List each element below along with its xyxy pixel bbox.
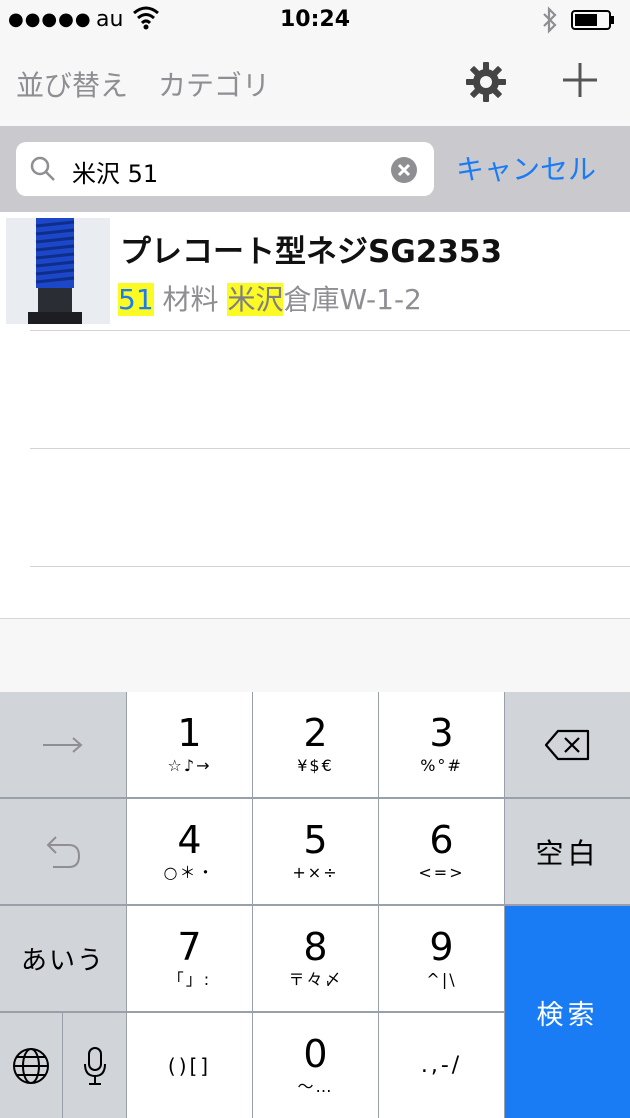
keyboard: 1 ☆♪→ 2 ¥$€ 3 %°# 4 ○＊・ 5 +×÷ 6 <=> 空白 あ… — [0, 692, 630, 1118]
microphone-icon — [83, 1046, 106, 1085]
key-3-sub: %°# — [420, 755, 463, 775]
results-list: プレコート型ネジSG2353 51 材料 米沢倉庫W-1-2 — [0, 212, 630, 618]
status-time: 10:24 — [279, 7, 351, 32]
key-6-label: 6 — [429, 817, 454, 862]
space-key-label: 空白 — [535, 836, 600, 870]
bluetooth-icon — [543, 6, 557, 34]
search-bar: 米沢 51 キャンセル — [0, 126, 630, 212]
delete-key[interactable] — [505, 692, 630, 797]
clear-icon[interactable] — [390, 156, 418, 184]
key-1-sub: ☆♪→ — [167, 755, 212, 775]
key-2-label: 2 — [303, 710, 328, 755]
key-1[interactable]: 1 ☆♪→ — [127, 692, 252, 797]
nav-bar: 並び替え カテゴリ — [0, 42, 630, 126]
key-5-label: 5 — [303, 817, 328, 862]
search-icon — [30, 156, 55, 181]
key-5-sub: +×÷ — [292, 862, 339, 882]
subtitle-warehouse: 倉庫W-1-2 — [283, 283, 422, 316]
key-punctuation-label: .,-/ — [420, 1053, 463, 1078]
gear-icon[interactable] — [464, 60, 508, 104]
key-8-label: 8 — [303, 924, 328, 969]
highlight-location: 米沢 — [227, 283, 284, 316]
subtitle-material: 材料 — [153, 283, 228, 316]
search-key[interactable]: 検索 — [505, 906, 630, 1118]
category-button[interactable]: カテゴリ — [158, 64, 270, 104]
add-button[interactable] — [560, 60, 600, 100]
backspace-icon — [544, 729, 589, 760]
key-7[interactable]: 7 「」: — [127, 906, 252, 1011]
row-separator — [30, 448, 630, 449]
list-item[interactable]: プレコート型ネジSG2353 51 材料 米沢倉庫W-1-2 — [0, 212, 630, 330]
key-6-sub: <=> — [418, 862, 465, 882]
row-separator — [30, 566, 630, 567]
cancel-button[interactable]: キャンセル — [456, 148, 596, 188]
globe-key[interactable] — [0, 1013, 62, 1118]
key-7-sub: 「」: — [167, 969, 212, 989]
next-candidate-key[interactable] — [0, 692, 126, 797]
item-thumbnail — [6, 218, 110, 324]
key-brackets-label: ()[] — [167, 1053, 212, 1078]
key-4-label: 4 — [177, 817, 202, 862]
key-9[interactable]: 9 ^|\ — [379, 906, 504, 1011]
undo-key[interactable] — [0, 799, 126, 904]
list-footer-area — [0, 618, 630, 693]
key-4-sub: ○＊・ — [163, 862, 216, 882]
item-subtitle: 51 材料 米沢倉庫W-1-2 — [118, 278, 422, 318]
space-key[interactable]: 空白 — [505, 799, 630, 904]
key-8[interactable]: 8 〒々〆 — [253, 906, 378, 1011]
key-5[interactable]: 5 +×÷ — [253, 799, 378, 904]
key-2[interactable]: 2 ¥$€ — [253, 692, 378, 797]
battery-icon — [571, 10, 614, 30]
undo-icon — [46, 835, 81, 868]
highlight-number: 51 — [118, 283, 154, 316]
globe-icon — [13, 1047, 49, 1084]
key-8-sub: 〒々〆 — [288, 969, 343, 989]
sort-button[interactable]: 並び替え — [16, 64, 128, 104]
status-bar: ●●●●● au 10:24 — [0, 0, 630, 42]
row-separator — [30, 330, 630, 331]
key-9-label: 9 — [429, 924, 454, 969]
key-0-sub: 〜… — [297, 1076, 334, 1096]
key-0-label: 0 — [303, 1031, 328, 1076]
key-brackets[interactable]: ()[] — [127, 1013, 252, 1118]
kana-mode-label: あいう — [20, 946, 105, 976]
search-query-text: 米沢 51 — [72, 160, 159, 188]
key-3[interactable]: 3 %°# — [379, 692, 504, 797]
search-key-label: 検索 — [536, 999, 599, 1031]
key-4[interactable]: 4 ○＊・ — [127, 799, 252, 904]
item-title: プレコート型ネジSG2353 — [120, 234, 503, 270]
key-3-label: 3 — [429, 710, 454, 755]
key-1-label: 1 — [177, 710, 202, 755]
arrow-right-icon — [43, 736, 83, 753]
microphone-key[interactable] — [63, 1013, 126, 1118]
kana-mode-key[interactable]: あいう — [0, 906, 126, 1011]
key-9-sub: ^|\ — [426, 969, 457, 989]
search-input[interactable]: 米沢 51 — [16, 142, 434, 196]
key-punctuation[interactable]: .,-/ — [379, 1013, 504, 1118]
key-7-label: 7 — [177, 924, 202, 969]
key-0[interactable]: 0 〜… — [253, 1013, 378, 1118]
key-2-sub: ¥$€ — [297, 755, 334, 775]
key-6[interactable]: 6 <=> — [379, 799, 504, 904]
